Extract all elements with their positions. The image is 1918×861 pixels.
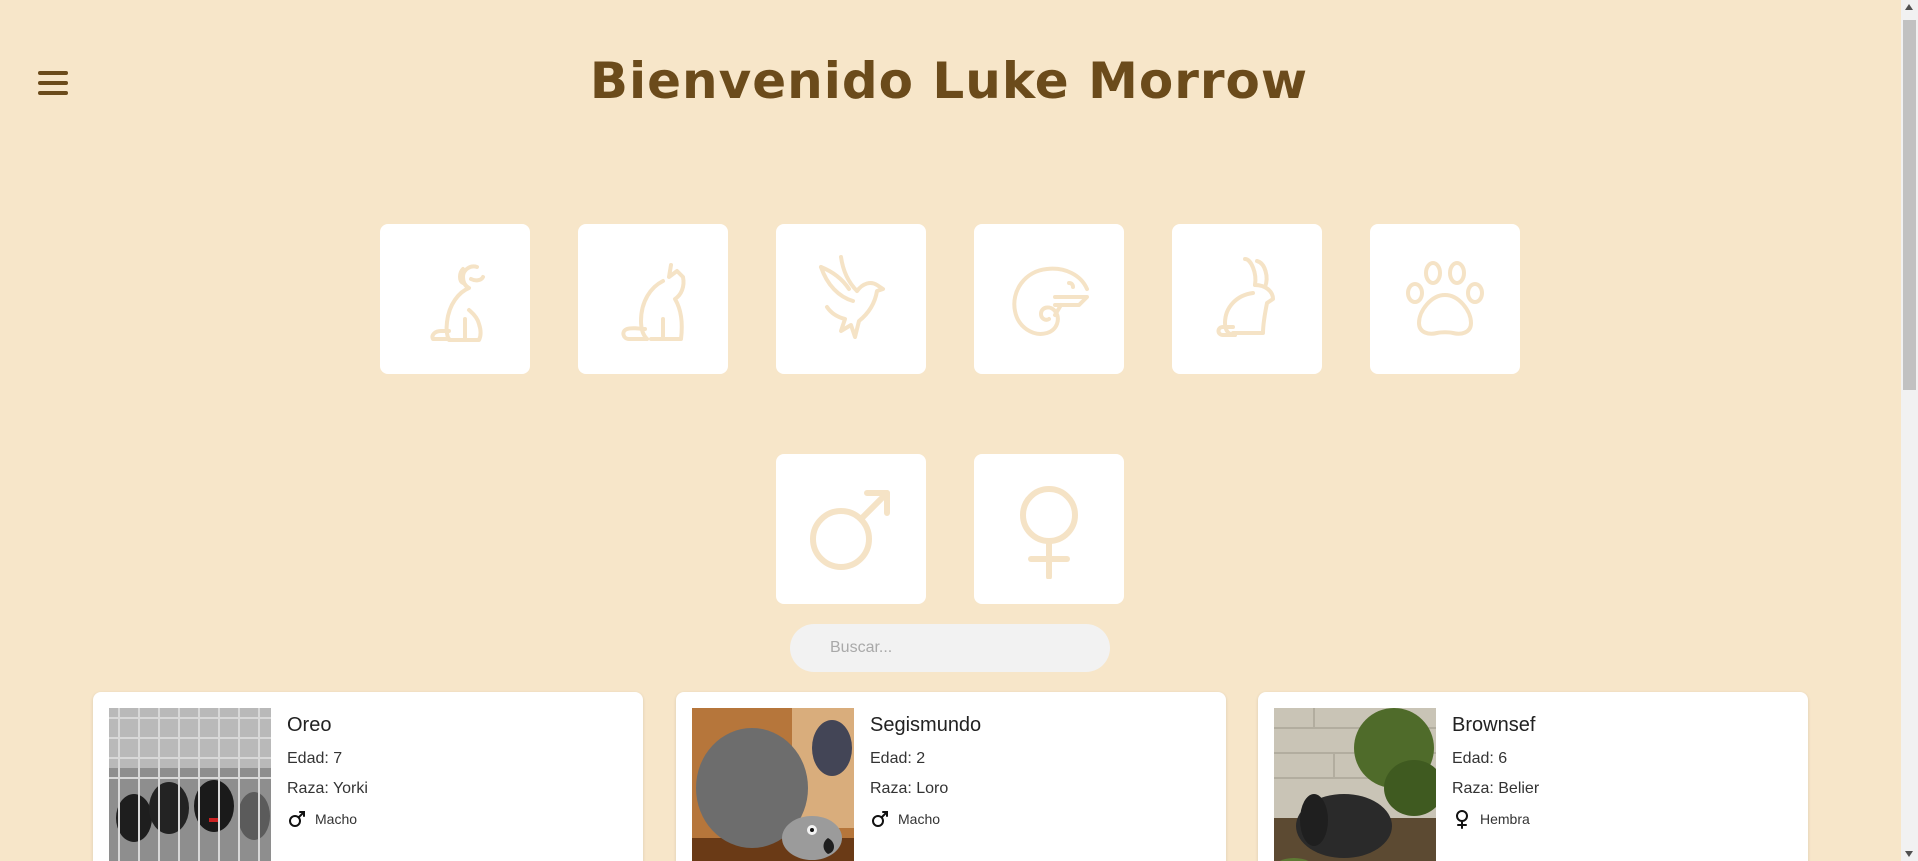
filter-male-button[interactable] <box>776 454 926 604</box>
pet-sex-label: Hembra <box>1480 811 1530 827</box>
scrollbar-thumb[interactable] <box>1903 20 1916 390</box>
pet-name: Oreo <box>287 714 332 736</box>
page-title: Bienvenido Luke Morrow <box>589 52 1309 110</box>
pet-card[interactable]: Segismundo Edad: 2 Raza: Loro Macho <box>676 692 1226 861</box>
pet-card[interactable]: Brownsef Edad: 6 Raza: Belier Hembra <box>1258 692 1808 861</box>
dog-icon <box>430 264 485 342</box>
pet-sex: Hembra <box>1452 809 1530 829</box>
male-symbol-icon <box>289 811 305 827</box>
chameleon-icon <box>1012 266 1089 336</box>
pet-card[interactable]: Oreo Edad: 7 Raza: Yorki Macho <box>93 692 643 861</box>
pet-age: Edad: 2 <box>870 750 926 767</box>
male-symbol-icon <box>872 811 888 827</box>
male-symbol-icon <box>810 490 890 570</box>
category-dog-button[interactable] <box>380 224 530 374</box>
rabbit-icon <box>1216 257 1275 337</box>
scroll-down-arrow-icon[interactable] <box>1905 851 1913 857</box>
pet-breed: Raza: Yorki <box>287 780 368 797</box>
category-bird-button[interactable] <box>776 224 926 374</box>
pet-name: Brownsef <box>1452 714 1536 736</box>
pet-sex: Macho <box>287 809 357 829</box>
female-symbol-icon <box>1020 486 1078 579</box>
cat-icon <box>621 263 686 341</box>
paw-icon <box>1406 261 1484 336</box>
female-symbol-icon <box>1456 810 1468 829</box>
search-input[interactable] <box>790 624 1110 672</box>
pet-sex-label: Macho <box>315 811 358 827</box>
pet-name: Segismundo <box>870 714 982 736</box>
scroll-up-arrow-icon[interactable] <box>1905 4 1913 10</box>
pet-sex: Macho <box>870 809 940 829</box>
pet-breed: Raza: Loro <box>870 780 949 797</box>
category-rabbit-button[interactable] <box>1172 224 1322 374</box>
pet-photo <box>692 708 854 861</box>
category-other-button[interactable] <box>1370 224 1520 374</box>
pet-breed: Raza: Belier <box>1452 780 1540 797</box>
pet-sex-label: Macho <box>898 811 941 827</box>
vertical-scrollbar[interactable] <box>1901 0 1918 861</box>
pet-age: Edad: 6 <box>1452 750 1508 767</box>
pet-photo <box>109 708 271 861</box>
pet-age: Edad: 7 <box>287 750 343 767</box>
category-reptile-button[interactable] <box>974 224 1124 374</box>
page: Bienvenido Luke Morrow Buscar... Oreo Ed… <box>0 0 1918 861</box>
category-cat-button[interactable] <box>578 224 728 374</box>
bird-icon <box>819 255 885 339</box>
filter-female-button[interactable] <box>974 454 1124 604</box>
pet-photo <box>1274 708 1436 861</box>
